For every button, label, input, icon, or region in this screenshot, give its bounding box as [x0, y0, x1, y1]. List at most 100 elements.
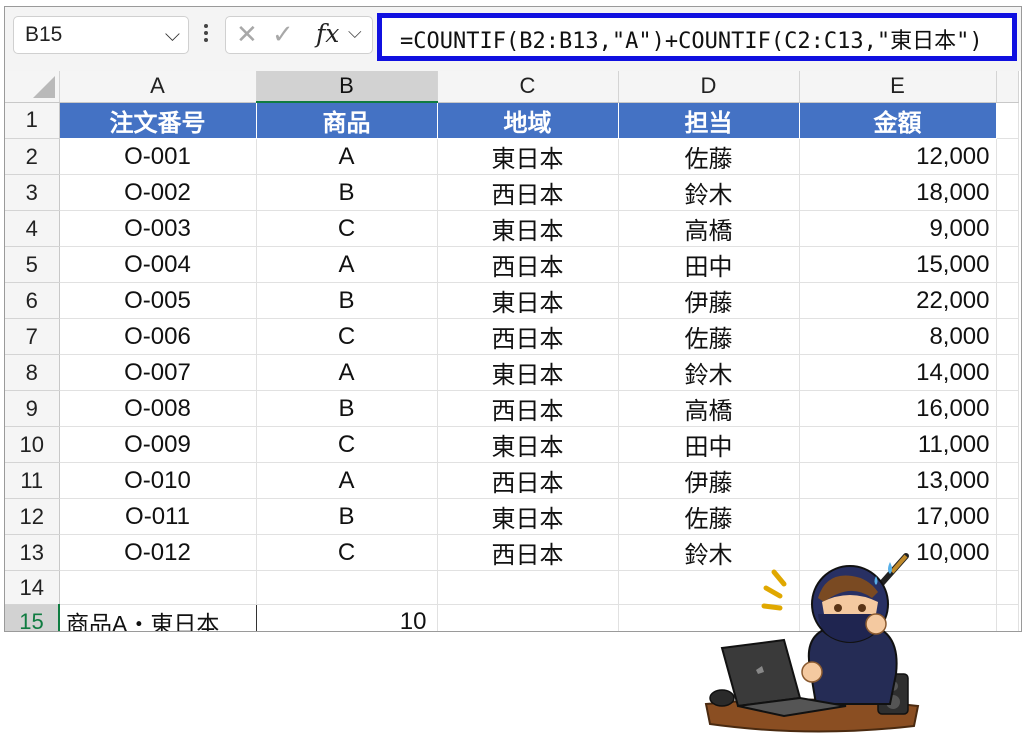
cell[interactable]: 17,000	[799, 498, 997, 535]
empty-cell[interactable]	[996, 604, 1019, 631]
cell[interactable]: B	[256, 174, 438, 211]
column-header-e[interactable]: E	[799, 71, 997, 103]
row-header[interactable]: 6	[5, 282, 60, 319]
empty-cell[interactable]	[437, 604, 619, 631]
row-header[interactable]: 13	[5, 534, 60, 571]
cell[interactable]: 佐藤	[618, 138, 800, 175]
function-icon[interactable]: fx	[316, 19, 339, 48]
cell[interactable]: 伊藤	[618, 282, 800, 319]
chevron-down-icon[interactable]: ⌵	[348, 22, 362, 43]
cell[interactable]: 田中	[618, 426, 800, 463]
cell[interactable]: 西日本	[437, 390, 619, 427]
empty-cell[interactable]	[996, 138, 1019, 175]
row-header-selected[interactable]: 15	[5, 604, 60, 631]
name-box[interactable]: B15 ⌵	[13, 16, 189, 54]
cell[interactable]: B	[256, 498, 438, 535]
cell[interactable]: 22,000	[799, 282, 997, 319]
cell[interactable]: O-006	[59, 318, 257, 355]
cell[interactable]: 14,000	[799, 354, 997, 391]
row-header[interactable]: 10	[5, 426, 60, 463]
cell[interactable]: 鈴木	[618, 174, 800, 211]
empty-cell[interactable]	[996, 282, 1019, 319]
chevron-down-icon[interactable]: ⌵	[165, 22, 180, 46]
cell[interactable]: 11,000	[799, 426, 997, 463]
cell[interactable]: 佐藤	[618, 498, 800, 535]
formula-input[interactable]: =COUNTIF(B2:B13,"A")+COUNTIF(C2:C13,"東日本…	[377, 13, 1017, 61]
cell[interactable]: 高橋	[618, 210, 800, 247]
select-all-icon[interactable]	[5, 71, 60, 103]
active-cell[interactable]: 10	[256, 604, 438, 631]
cell[interactable]: 西日本	[437, 174, 619, 211]
cell[interactable]: 高橋	[618, 390, 800, 427]
empty-cell[interactable]	[256, 570, 438, 605]
cell[interactable]: 12,000	[799, 138, 997, 175]
column-header-f[interactable]	[996, 71, 1019, 103]
row-header[interactable]: 9	[5, 390, 60, 427]
cell[interactable]: O-002	[59, 174, 257, 211]
header-cell-staff[interactable]: 担当	[618, 102, 800, 139]
cell[interactable]: 西日本	[437, 246, 619, 283]
header-cell-order-no[interactable]: 注文番号	[59, 102, 257, 139]
cell[interactable]: A	[256, 138, 438, 175]
empty-cell[interactable]	[996, 570, 1019, 605]
cell[interactable]: 18,000	[799, 174, 997, 211]
cell[interactable]: 西日本	[437, 318, 619, 355]
cell[interactable]: O-009	[59, 426, 257, 463]
cell[interactable]: C	[256, 534, 438, 571]
cell[interactable]: O-007	[59, 354, 257, 391]
empty-cell[interactable]	[996, 534, 1019, 571]
more-vertical-icon[interactable]	[201, 21, 211, 49]
cell[interactable]: 東日本	[437, 282, 619, 319]
empty-cell[interactable]	[437, 570, 619, 605]
empty-cell[interactable]	[996, 318, 1019, 355]
cell[interactable]: C	[256, 210, 438, 247]
row-header[interactable]: 5	[5, 246, 60, 283]
empty-cell[interactable]	[996, 462, 1019, 499]
column-header-d[interactable]: D	[618, 71, 800, 103]
cell[interactable]: 西日本	[437, 534, 619, 571]
row-header[interactable]: 8	[5, 354, 60, 391]
cell[interactable]: 8,000	[799, 318, 997, 355]
cell[interactable]: 東日本	[437, 354, 619, 391]
empty-cell[interactable]	[996, 174, 1019, 211]
cell[interactable]: O-008	[59, 390, 257, 427]
row-header[interactable]: 2	[5, 138, 60, 175]
cell[interactable]: 東日本	[437, 498, 619, 535]
cell[interactable]: B	[256, 390, 438, 427]
cell[interactable]: O-001	[59, 138, 257, 175]
cell[interactable]: 16,000	[799, 390, 997, 427]
column-header-b[interactable]: B	[256, 71, 438, 103]
row-header[interactable]: 1	[5, 102, 60, 139]
cell[interactable]: A	[256, 246, 438, 283]
cell[interactable]: 佐藤	[618, 318, 800, 355]
empty-cell[interactable]	[996, 210, 1019, 247]
empty-cell[interactable]	[996, 426, 1019, 463]
cell[interactable]: 伊藤	[618, 462, 800, 499]
cell[interactable]: 9,000	[799, 210, 997, 247]
cell[interactable]: 鈴木	[618, 354, 800, 391]
row-header[interactable]: 12	[5, 498, 60, 535]
cell[interactable]: 東日本	[437, 426, 619, 463]
cell[interactable]: O-004	[59, 246, 257, 283]
cell[interactable]: O-010	[59, 462, 257, 499]
cancel-icon[interactable]: ✕	[236, 20, 258, 50]
empty-cell[interactable]	[996, 390, 1019, 427]
row-header[interactable]: 14	[5, 570, 60, 605]
empty-cell[interactable]	[59, 570, 257, 605]
column-header-c[interactable]: C	[437, 71, 619, 103]
empty-cell[interactable]	[996, 246, 1019, 283]
cell[interactable]: 東日本	[437, 210, 619, 247]
empty-cell[interactable]	[996, 354, 1019, 391]
cell[interactable]: 田中	[618, 246, 800, 283]
header-cell-region[interactable]: 地域	[437, 102, 619, 139]
summary-label-cell[interactable]: 商品A・東日本	[58, 604, 257, 631]
empty-cell[interactable]	[996, 498, 1019, 535]
empty-cell[interactable]	[996, 102, 1019, 139]
cell[interactable]: 東日本	[437, 138, 619, 175]
cell[interactable]: O-012	[59, 534, 257, 571]
header-cell-amount[interactable]: 金額	[799, 102, 997, 139]
cell[interactable]: 15,000	[799, 246, 997, 283]
cell[interactable]: O-011	[59, 498, 257, 535]
cell[interactable]: A	[256, 354, 438, 391]
cell[interactable]: A	[256, 462, 438, 499]
